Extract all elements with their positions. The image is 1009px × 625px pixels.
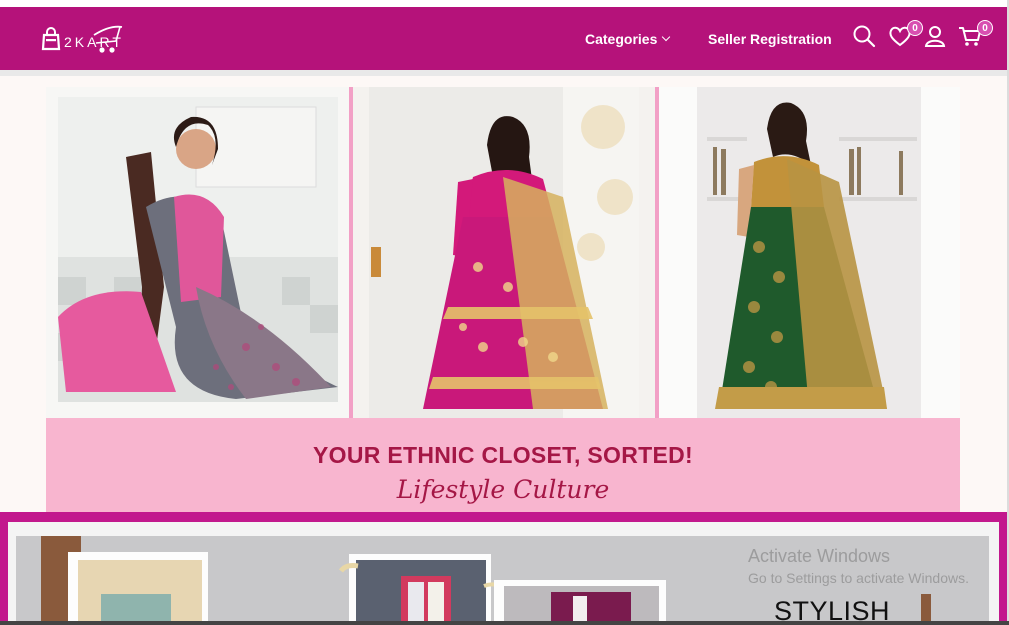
nav-categories[interactable]: Categories	[585, 7, 671, 70]
cart-button[interactable]: 0	[958, 20, 993, 50]
search-button[interactable]	[852, 24, 878, 50]
wishlist-count-badge: 0	[907, 20, 923, 36]
watermark-subtitle: Go to Settings to activate Windows.	[748, 570, 969, 586]
watermark-title: Activate Windows	[748, 546, 891, 566]
cart-swoosh-icon	[93, 25, 123, 53]
hero-banner[interactable]: YOUR ETHNIC CLOSET, SORTED! Lifestyle Cu…	[46, 87, 960, 512]
hero-banner-title: YOUR ETHNIC CLOSET, SORTED!	[313, 442, 693, 468]
hero-banner-tagline: Lifestyle Culture	[396, 475, 610, 504]
account-button[interactable]	[923, 24, 949, 50]
chevron-down-icon	[662, 32, 671, 41]
cart-count-badge: 0	[977, 20, 993, 36]
hero-text-banner: YOUR ETHNIC CLOSET, SORTED! Lifestyle Cu…	[46, 418, 960, 512]
saree-image-1	[46, 87, 349, 418]
hero-section: YOUR ETHNIC CLOSET, SORTED! Lifestyle Cu…	[0, 76, 1007, 512]
site-logo[interactable]: 2KART	[40, 21, 140, 57]
nav-seller-label: Seller Registration	[708, 30, 832, 47]
nav-seller-registration[interactable]: Seller Registration	[708, 7, 832, 70]
user-icon	[924, 26, 946, 47]
browser-top-strip	[0, 0, 1009, 7]
search-icon	[853, 25, 876, 48]
shopping-bag-icon	[41, 27, 61, 51]
saree-image-3	[659, 87, 960, 418]
saree-image-2	[353, 87, 655, 418]
windows-activation-watermark: Activate Windows Go to Settings to activ…	[748, 546, 969, 586]
wishlist-button[interactable]: 0	[888, 20, 923, 50]
taskbar-edge	[0, 621, 1009, 625]
site-header: 2KART Categories Seller Registration 0 0	[0, 7, 1007, 70]
nav-categories-label: Categories	[585, 30, 658, 47]
